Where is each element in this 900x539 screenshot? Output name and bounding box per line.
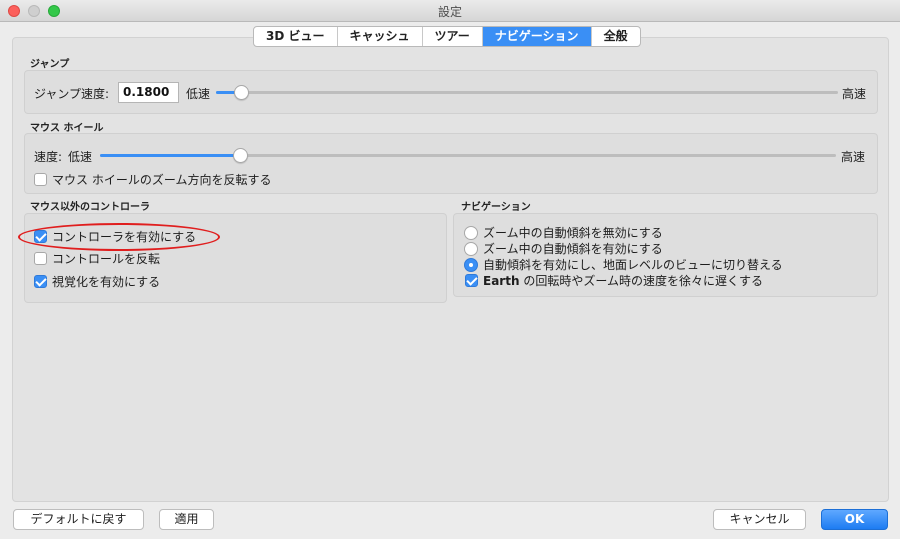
ok-button[interactable]: OK [821, 509, 888, 530]
jump-speed-label: ジャンプ速度: [34, 87, 110, 101]
tab-bar: 3D ビュー キャッシュ ツアー ナビゲーション 全般 [253, 26, 641, 47]
controller-section-title: マウス以外のコントローラ [30, 202, 150, 213]
jump-slider-knob[interactable] [234, 85, 249, 100]
tab-cache[interactable]: キャッシュ [338, 27, 423, 46]
title-bar: 設定 [0, 0, 900, 22]
slow-earth-checkbox[interactable] [465, 274, 478, 287]
window-title: 設定 [437, 5, 462, 19]
tab-navigation[interactable]: ナビゲーション [482, 27, 592, 46]
apply-button[interactable]: 適用 [159, 509, 214, 530]
tab-general[interactable]: 全般 [592, 27, 640, 46]
tab-tour[interactable]: ツアー [423, 27, 483, 46]
reverse-control-checkbox[interactable] [34, 252, 47, 265]
earth-word: Earth [483, 274, 520, 288]
disable-auto-tilt-radio[interactable] [464, 226, 478, 240]
reverse-zoom-checkbox[interactable] [34, 173, 47, 186]
mouse-slider-fill [100, 154, 240, 157]
mouse-wheel-section-title: マウス ホイール [30, 123, 104, 134]
enable-visualization-checkbox[interactable] [34, 275, 47, 288]
auto-tilt-ground-view-radio[interactable] [464, 258, 478, 272]
jump-high-label: 高速 [842, 87, 867, 101]
slow-earth-label: Earth の回転時やズーム時の速度を徐々に遅くする [483, 272, 763, 289]
mouse-slider-knob[interactable] [233, 148, 248, 163]
restore-defaults-button[interactable]: デフォルトに戻す [13, 509, 144, 530]
enable-visualization-label: 視覚化を有効にする [52, 275, 161, 289]
navigation-section-title: ナビゲーション [461, 202, 531, 213]
mouse-low-label: 低速 [68, 150, 93, 164]
jump-slider-track[interactable] [216, 91, 838, 94]
cancel-button[interactable]: キャンセル [713, 509, 806, 530]
disable-auto-tilt-label: ズーム中の自動傾斜を無効にする [483, 226, 663, 240]
jump-section-title: ジャンプ [30, 59, 70, 70]
enable-auto-tilt-label: ズーム中の自動傾斜を有効にする [483, 242, 663, 256]
mouse-high-label: 高速 [841, 150, 866, 164]
mouse-speed-label: 速度: [34, 150, 63, 164]
jump-low-label: 低速 [186, 87, 211, 101]
jump-speed-input[interactable]: 0.1800 [118, 82, 179, 103]
enable-auto-tilt-radio[interactable] [464, 242, 478, 256]
slow-earth-text: の回転時やズーム時の速度を徐々に遅くする [519, 274, 763, 288]
tab-3d-view[interactable]: 3D ビュー [254, 27, 338, 46]
auto-tilt-ground-view-label: 自動傾斜を有効にし、地面レベルのビューに切り替える [483, 258, 783, 272]
reverse-zoom-label: マウス ホイールのズーム方向を反転する [52, 173, 272, 187]
highlight-circle-annotation [18, 223, 220, 251]
reverse-control-label: コントロールを反転 [52, 252, 161, 266]
